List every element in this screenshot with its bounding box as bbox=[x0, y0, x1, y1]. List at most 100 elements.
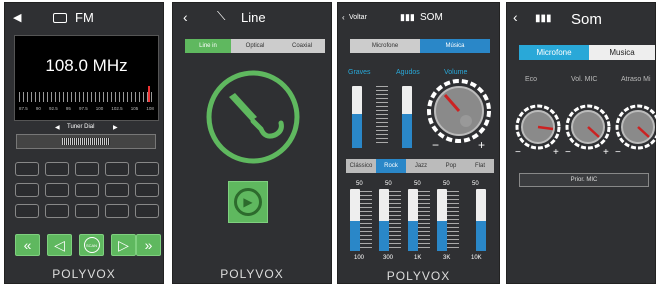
agudos-slider[interactable] bbox=[402, 86, 412, 148]
page-title: SOM bbox=[420, 12, 443, 23]
eq-freq: 100 bbox=[354, 255, 365, 261]
volume-knob[interactable]: − + bbox=[426, 75, 492, 153]
previous-button[interactable]: ◁ bbox=[47, 234, 72, 256]
eq-slider-3k[interactable] bbox=[437, 189, 447, 251]
tab-optical[interactable]: Optical bbox=[231, 39, 279, 53]
back-chevron-icon[interactable]: ‹ bbox=[342, 13, 345, 22]
back-chevron-icon[interactable]: ‹ bbox=[183, 9, 188, 25]
graves-slider[interactable] bbox=[352, 86, 362, 148]
eq-value: 50 bbox=[385, 181, 392, 187]
preset-flat[interactable]: Flat bbox=[466, 159, 494, 173]
tab-coaxial[interactable]: Coaxial bbox=[279, 39, 325, 53]
vol-mic-knob[interactable]: − + bbox=[563, 103, 613, 157]
eq-value: 50 bbox=[472, 181, 479, 187]
tuner-next-icon[interactable]: ▶ bbox=[113, 124, 118, 131]
next-button[interactable]: ▷ bbox=[111, 234, 136, 256]
previous-icon: ◁ bbox=[54, 236, 65, 253]
eq-value: 50 bbox=[356, 181, 363, 187]
scan-icon: SCAN bbox=[83, 237, 100, 253]
fast-forward-icon: » bbox=[144, 237, 153, 253]
preset-key[interactable] bbox=[15, 204, 39, 218]
fast-rewind-button[interactable]: « bbox=[15, 234, 40, 256]
eq-value: 50 bbox=[414, 181, 421, 187]
eq-value: 50 bbox=[443, 181, 450, 187]
tab-musica[interactable]: Música bbox=[420, 39, 490, 53]
next-icon: ▷ bbox=[118, 236, 129, 253]
brand-logo: POLYVOX bbox=[220, 267, 284, 281]
tuner-dial[interactable] bbox=[16, 134, 156, 149]
tuner-prev-icon[interactable]: ◀ bbox=[55, 124, 60, 131]
preset-jazz[interactable]: Jazz bbox=[406, 159, 436, 173]
tab-microfone[interactable]: Microfone bbox=[350, 39, 420, 53]
eq-scale bbox=[418, 191, 430, 251]
preset-rock[interactable]: Rock bbox=[376, 159, 406, 173]
svg-text:+: + bbox=[603, 147, 609, 157]
frequency-needle bbox=[148, 86, 150, 102]
label-eco: Eco bbox=[525, 76, 538, 83]
eq-slider-10k[interactable] bbox=[476, 189, 486, 251]
tab-line-in[interactable]: Line in bbox=[185, 39, 231, 53]
svg-text:−: − bbox=[615, 147, 621, 157]
eq-slider-300[interactable] bbox=[379, 189, 389, 251]
preset-key[interactable] bbox=[15, 183, 39, 197]
eq-freq: 300 bbox=[383, 255, 394, 261]
radio-icon bbox=[53, 13, 67, 23]
preset-key[interactable] bbox=[135, 204, 159, 218]
scan-button[interactable]: SCAN bbox=[79, 234, 104, 256]
eq-slider-100[interactable] bbox=[350, 189, 360, 251]
preset-key[interactable] bbox=[135, 183, 159, 197]
preset-pop[interactable]: Pop bbox=[436, 159, 466, 173]
back-label[interactable]: Voltar bbox=[349, 14, 367, 21]
tuner-label: Tuner Dial bbox=[67, 124, 95, 130]
preset-key[interactable] bbox=[15, 162, 39, 176]
preset-key[interactable] bbox=[105, 204, 129, 218]
eq-slider-1k[interactable] bbox=[408, 189, 418, 251]
preset-key[interactable] bbox=[105, 183, 129, 197]
equalizer-icon: ▮▮▮ bbox=[535, 13, 552, 24]
som-panel: ‹ Voltar ▮▮▮ SOM Microfone Música Graves… bbox=[337, 2, 500, 284]
preset-key[interactable] bbox=[75, 204, 99, 218]
preset-key[interactable] bbox=[135, 162, 159, 176]
eq-scale bbox=[447, 191, 459, 251]
svg-text:−: − bbox=[565, 147, 571, 157]
eq-freq: 10K bbox=[471, 255, 482, 261]
back-arrow-icon[interactable]: ◀ bbox=[13, 11, 21, 24]
svg-text:+: + bbox=[478, 138, 485, 152]
preset-classico[interactable]: Clássico bbox=[346, 159, 376, 173]
page-title: FM bbox=[75, 10, 94, 25]
atraso-mic-knob[interactable]: − bbox=[613, 103, 657, 157]
preset-key[interactable] bbox=[45, 162, 69, 176]
eco-knob[interactable]: − + bbox=[513, 103, 563, 157]
fm-panel: ◀ FM 108.0 MHz 87.5 90 92.5 95 97.5 100 102.5 1… bbox=[4, 2, 164, 284]
page-title: Line bbox=[241, 10, 266, 25]
eq-freq: 1K bbox=[414, 255, 422, 261]
equalizer-icon: ▮▮▮ bbox=[400, 12, 415, 22]
tab-musica[interactable]: Musica bbox=[589, 45, 655, 60]
play-button[interactable]: ▶ bbox=[228, 181, 268, 223]
svg-text:−: − bbox=[515, 147, 521, 157]
preset-key[interactable] bbox=[75, 162, 99, 176]
eq-freq: 3K bbox=[443, 255, 451, 261]
label-atraso-mic: Atraso Mi bbox=[621, 76, 651, 83]
frequency-scale-labels: 87.5 90 92.5 95 97.5 100 102.5 105 108 bbox=[19, 106, 154, 111]
preset-key[interactable] bbox=[45, 183, 69, 197]
preset-key[interactable] bbox=[75, 183, 99, 197]
frequency-display: 108.0 MHz 87.5 90 92.5 95 97.5 100 102.5 105 108 bbox=[14, 35, 159, 121]
preset-key[interactable] bbox=[45, 204, 69, 218]
label-vol-mic: Vol. MIC bbox=[571, 76, 598, 83]
tab-microfone[interactable]: Microfone bbox=[519, 45, 589, 60]
line-panel: ‹ ⟍ Line Line in Optical Coaxial ▶ POLYV… bbox=[172, 2, 332, 284]
eq-scale bbox=[360, 191, 372, 251]
svg-text:+: + bbox=[553, 147, 559, 157]
label-agudos: Agudos bbox=[396, 69, 420, 76]
label-graves: Graves bbox=[348, 69, 371, 76]
brand-logo: POLYVOX bbox=[386, 269, 451, 283]
preset-key[interactable] bbox=[105, 162, 129, 176]
prio-mic-button[interactable]: Prior. MIC bbox=[519, 173, 649, 187]
line-icon: ⟍ bbox=[217, 9, 226, 23]
frequency-readout: 108.0 MHz bbox=[45, 56, 128, 75]
play-icon: ▶ bbox=[234, 188, 262, 216]
fast-forward-button[interactable]: » bbox=[136, 234, 161, 256]
fast-rewind-icon: « bbox=[23, 237, 32, 253]
back-chevron-icon[interactable]: ‹ bbox=[513, 9, 518, 25]
